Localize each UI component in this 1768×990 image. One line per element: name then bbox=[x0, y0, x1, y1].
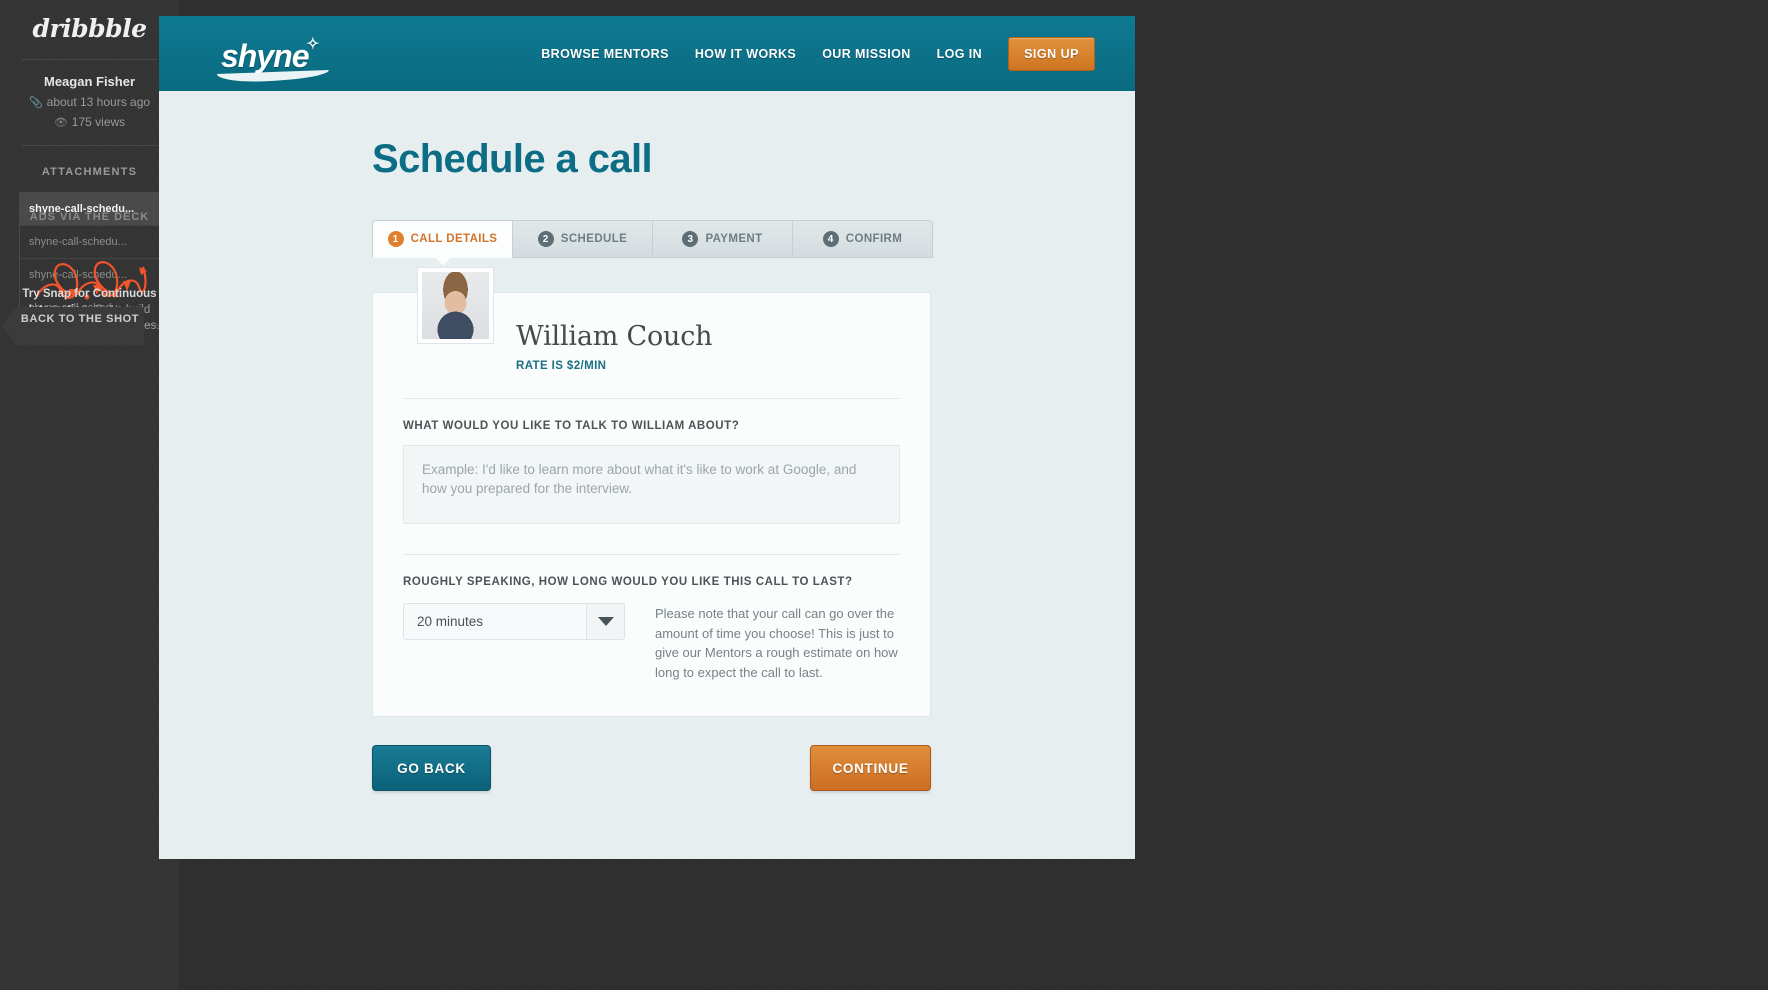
divider bbox=[22, 59, 157, 60]
step-number: 4 bbox=[822, 231, 839, 247]
topic-label: WHAT WOULD YOU LIKE TO TALK TO WILLIAM A… bbox=[403, 420, 740, 432]
step-label: CONFIRM bbox=[845, 233, 903, 245]
duration-row: 20 minutes Please note that your call ca… bbox=[403, 603, 900, 682]
divider-3 bbox=[403, 398, 900, 399]
eye-icon: 👁 bbox=[53, 117, 68, 129]
shot-views: 👁 175 views bbox=[53, 115, 126, 129]
attachments-heading: ATTACHMENTS bbox=[41, 166, 138, 178]
tab-schedule[interactable]: 2 SCHEDULE bbox=[512, 220, 652, 258]
tab-call-details[interactable]: 1 CALL DETAILS bbox=[372, 220, 512, 266]
mentor-name: William Couch bbox=[516, 321, 713, 352]
step-number: 2 bbox=[537, 231, 554, 247]
chevron-down-icon[interactable] bbox=[586, 604, 624, 639]
list-item[interactable]: shyne-call-schedu... bbox=[20, 226, 159, 259]
call-details-card: William Couch RATE IS $2/MIN WHAT WOULD … bbox=[372, 267, 931, 717]
topic-input[interactable]: Example: I'd like to learn more about wh… bbox=[403, 445, 900, 524]
card-actions: GO BACK CONTINUE bbox=[372, 745, 931, 791]
duration-label: ROUGHLY SPEAKING, HOW LONG WOULD YOU LIK… bbox=[403, 576, 853, 588]
dribbble-logo[interactable]: dribbble bbox=[0, 14, 179, 43]
tab-confirm[interactable]: 4 CONFIRM bbox=[792, 220, 933, 258]
shot-time: 📎 about 13 hours ago bbox=[28, 95, 151, 109]
duration-selected-value: 20 minutes bbox=[417, 614, 484, 629]
step-label: PAYMENT bbox=[705, 233, 763, 245]
divider-2 bbox=[22, 145, 157, 146]
duration-select[interactable]: 20 minutes bbox=[403, 603, 625, 640]
step-label: CALL DETAILS bbox=[410, 233, 498, 245]
tab-payment[interactable]: 3 PAYMENT bbox=[652, 220, 792, 258]
step-number: 1 bbox=[387, 231, 404, 247]
avatar bbox=[417, 267, 494, 344]
sign-up-button[interactable]: SIGN UP bbox=[1008, 36, 1095, 71]
paperclip-icon: 📎 bbox=[28, 97, 43, 109]
back-to-shot-button[interactable]: BACK TO THE SHOT bbox=[2, 307, 144, 345]
step-tabs: 1 CALL DETAILS 2 SCHEDULE 3 PAYMENT 4 CO… bbox=[372, 220, 933, 266]
go-back-button[interactable]: GO BACK bbox=[372, 745, 491, 791]
nav-log-in[interactable]: LOG IN bbox=[937, 47, 982, 61]
duration-note: Please note that your call can go over t… bbox=[655, 606, 898, 680]
page-title: Schedule a call bbox=[372, 137, 653, 181]
shot-author[interactable]: Meagan Fisher bbox=[0, 74, 179, 89]
divider-4 bbox=[403, 554, 900, 555]
mentor-rate: RATE IS $2/MIN bbox=[516, 360, 607, 372]
shyne-page: shyne ✧ BROWSE MENTORS HOW IT WORKS OUR … bbox=[159, 16, 1135, 859]
dribbble-sidebar: dribbble Meagan Fisher 📎 about 13 hours a… bbox=[0, 0, 179, 990]
nav-our-mission[interactable]: OUR MISSION bbox=[822, 47, 910, 61]
page-content: Schedule a call 1 CALL DETAILS 2 SCHEDUL… bbox=[159, 137, 1135, 791]
step-number: 3 bbox=[682, 231, 699, 247]
list-item[interactable]: shyne-call-schedu... bbox=[20, 193, 159, 226]
site-header: shyne ✧ BROWSE MENTORS HOW IT WORKS OUR … bbox=[159, 16, 1135, 91]
continue-button[interactable]: CONTINUE bbox=[810, 745, 931, 791]
avatar-photo bbox=[422, 272, 489, 339]
sparkle-icon: ✧ bbox=[306, 36, 319, 53]
shyne-logo-text: shyne bbox=[221, 38, 309, 74]
step-label: SCHEDULE bbox=[560, 233, 628, 245]
nav-how-it-works[interactable]: HOW IT WORKS bbox=[695, 47, 796, 61]
nav-browse-mentors[interactable]: BROWSE MENTORS bbox=[541, 47, 669, 61]
main-nav: BROWSE MENTORS HOW IT WORKS OUR MISSION … bbox=[541, 16, 1095, 91]
shyne-logo[interactable]: shyne ✧ bbox=[216, 36, 330, 83]
